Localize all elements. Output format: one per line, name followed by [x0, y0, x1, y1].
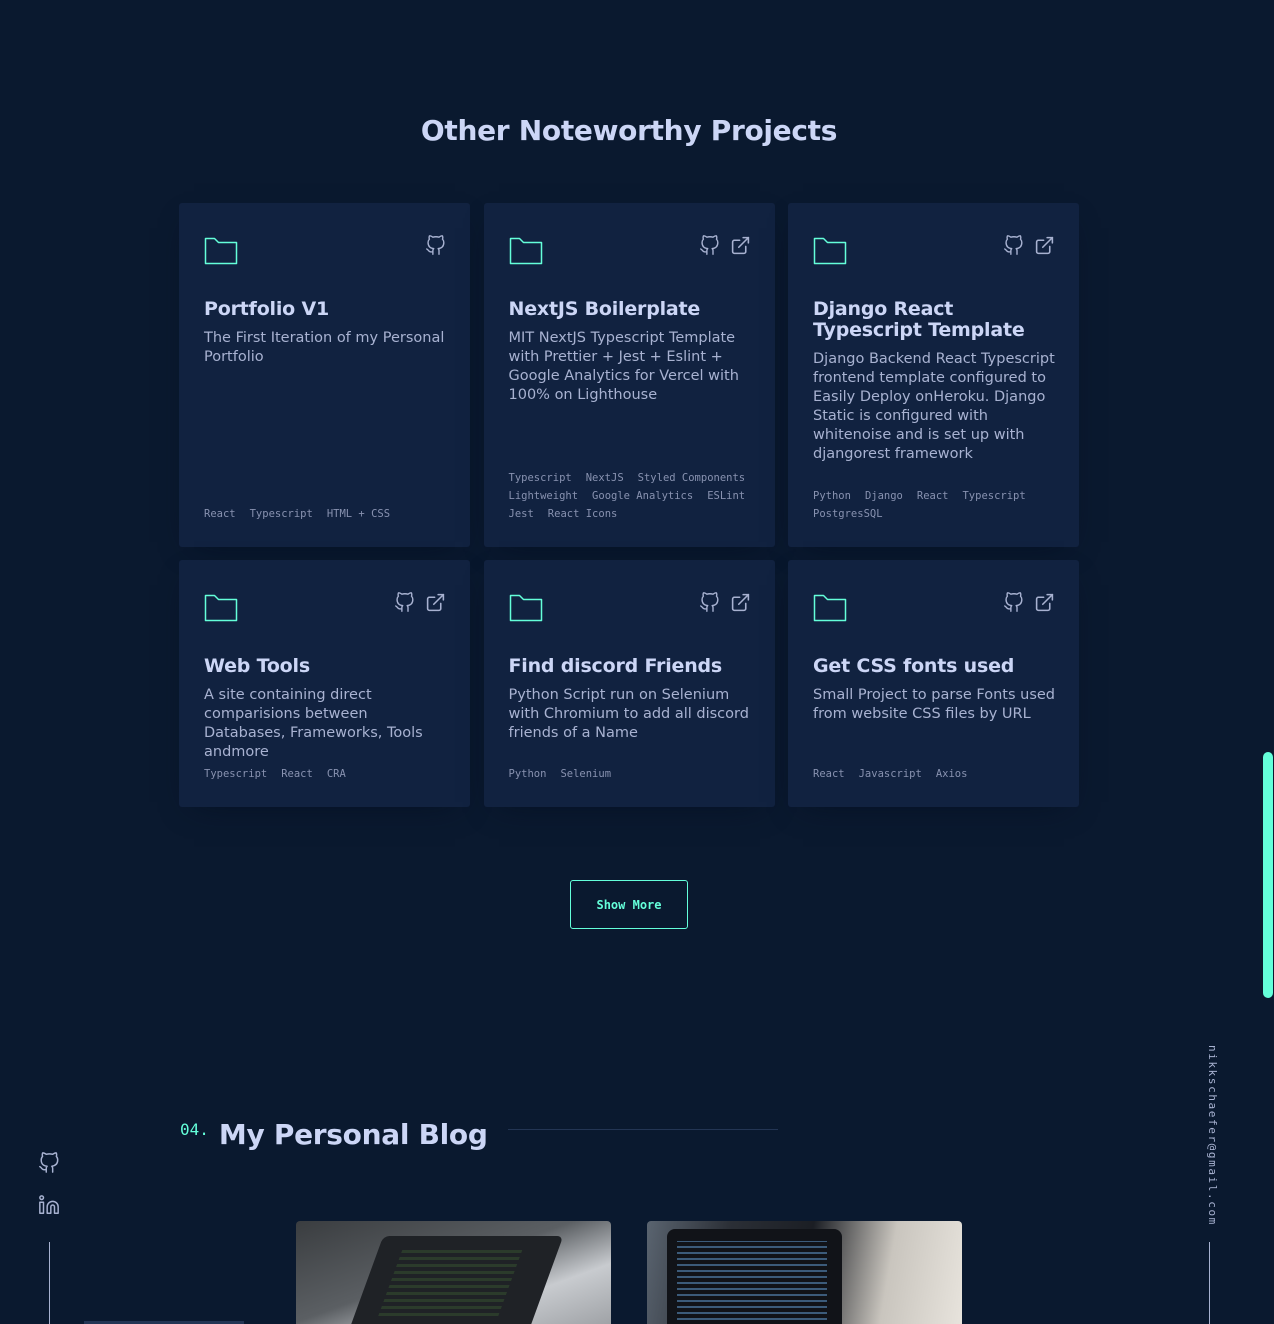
project-card[interactable]: Get CSS fonts used Small Project to pars…: [788, 560, 1079, 807]
project-tech-list: Typescript React CRA: [204, 765, 446, 783]
github-icon[interactable]: [38, 1152, 60, 1174]
blog-section-number: 04.: [180, 1120, 209, 1139]
blog-heading: 04. My Personal Blog: [180, 1118, 778, 1151]
right-sidebar-line: [1209, 1242, 1210, 1324]
folder-icon: [813, 591, 847, 623]
heading-divider: [507, 1129, 778, 1130]
project-title[interactable]: Portfolio V1: [204, 299, 446, 320]
project-card[interactable]: Django React Typescript Template Django …: [788, 203, 1079, 547]
project-links: [425, 235, 446, 256]
tech-tag: Typescript: [508, 472, 572, 484]
tech-tag: Selenium: [560, 768, 612, 780]
folder-icon: [813, 234, 847, 266]
tech-tag: Javascript: [858, 768, 922, 780]
project-links: [1003, 235, 1055, 256]
folder-icon: [509, 234, 543, 266]
project-tech-list: Python Selenium: [509, 765, 751, 783]
project-links: [699, 235, 751, 256]
project-title[interactable]: NextJS Boilerplate: [509, 299, 751, 320]
project-links: [699, 592, 751, 613]
tech-tag: Jest: [508, 508, 534, 520]
tech-tag: React: [204, 508, 236, 520]
tech-tag: NextJS: [585, 472, 624, 484]
project-tech-list: Typescript NextJS Styled Components Lightwe…: [509, 469, 751, 523]
project-tech-list: Python Django React Typescript PostgresSQL: [813, 487, 1055, 523]
scrollbar-thumb[interactable]: [1263, 752, 1273, 998]
external-link-icon[interactable]: [1034, 235, 1055, 256]
tech-tag: Styled Components: [637, 472, 746, 484]
tech-tag: Python: [813, 490, 851, 502]
email-link[interactable]: nikkschaefer@gmail.com: [1199, 1045, 1219, 1226]
left-sidebar-line: [49, 1242, 50, 1324]
external-link-icon[interactable]: [1034, 592, 1055, 613]
project-card[interactable]: Find discord Friends Python Script run o…: [483, 560, 775, 807]
tech-tag: Axios: [935, 768, 968, 780]
project-description: MIT NextJS Typescript Template with Pret…: [508, 330, 739, 403]
project-description: Python Script run on Selenium with Chrom…: [508, 687, 749, 741]
show-more-button[interactable]: Show More: [570, 880, 688, 929]
tech-tag: Google Analytics: [592, 490, 694, 502]
github-icon[interactable]: [1003, 235, 1024, 256]
social-links: [38, 1152, 60, 1216]
blog-post-image[interactable]: [647, 1221, 962, 1324]
external-link-icon[interactable]: [425, 592, 446, 613]
project-description: Small Project to parse Fonts used from w…: [813, 687, 1056, 722]
project-card[interactable]: NextJS Boilerplate MIT NextJS Typescript…: [483, 203, 775, 547]
tech-tag: Typescript: [204, 768, 268, 780]
tech-tag: Python: [508, 768, 547, 780]
tech-tag: ESLint: [707, 490, 746, 502]
folder-icon: [509, 591, 543, 623]
code-lines-shape: [677, 1241, 827, 1324]
project-card[interactable]: Web Tools A site containing direct compa…: [179, 560, 470, 807]
tech-tag: Typescript: [962, 490, 1026, 502]
blog-section-title: My Personal Blog: [218, 1118, 488, 1151]
linkedin-icon[interactable]: [38, 1194, 60, 1216]
tech-tag: HTML + CSS: [326, 508, 391, 520]
github-icon[interactable]: [394, 592, 415, 613]
project-description: Django Backend React Typescript frontend…: [813, 351, 1055, 462]
page: Other Noteworthy Projects Portfolio V1 T…: [0, 0, 1274, 1324]
external-link-icon[interactable]: [730, 592, 751, 613]
code-lines-shape: [378, 1246, 524, 1316]
tech-tag: React: [281, 768, 313, 780]
github-icon[interactable]: [425, 235, 446, 256]
section-title: Other Noteworthy Projects: [420, 114, 838, 147]
folder-icon: [204, 234, 238, 266]
blog-post-image[interactable]: [296, 1221, 611, 1324]
project-title[interactable]: Get CSS fonts used: [813, 656, 1055, 677]
project-links: [1003, 592, 1055, 613]
project-tech-list: React Javascript Axios: [813, 765, 1055, 783]
project-description: The First Iteration of my Personal Portf…: [204, 330, 445, 365]
tech-tag: Typescript: [249, 508, 313, 520]
project-title[interactable]: Django React Typescript Template: [813, 299, 1055, 341]
github-icon[interactable]: [699, 235, 720, 256]
project-title[interactable]: Web Tools: [204, 656, 446, 677]
tech-tag: React: [916, 490, 949, 502]
github-icon[interactable]: [1003, 592, 1024, 613]
tech-tag: Lightweight: [508, 490, 579, 502]
tech-tag: React Icons: [547, 508, 618, 520]
external-link-icon[interactable]: [730, 235, 751, 256]
tech-tag: PostgresSQL: [813, 508, 883, 520]
project-description: A site containing direct comparisions be…: [204, 687, 423, 760]
github-icon[interactable]: [699, 592, 720, 613]
projects-grid: Portfolio V1 The First Iteration of my P…: [179, 203, 1079, 807]
project-tech-list: React Typescript HTML + CSS: [204, 505, 446, 523]
tech-tag: Django: [864, 490, 903, 502]
project-title[interactable]: Find discord Friends: [509, 656, 751, 677]
project-card[interactable]: Portfolio V1 The First Iteration of my P…: [179, 203, 470, 547]
tech-tag: CRA: [326, 768, 346, 780]
project-links: [394, 592, 446, 613]
tech-tag: React: [813, 768, 845, 780]
folder-icon: [204, 591, 238, 623]
